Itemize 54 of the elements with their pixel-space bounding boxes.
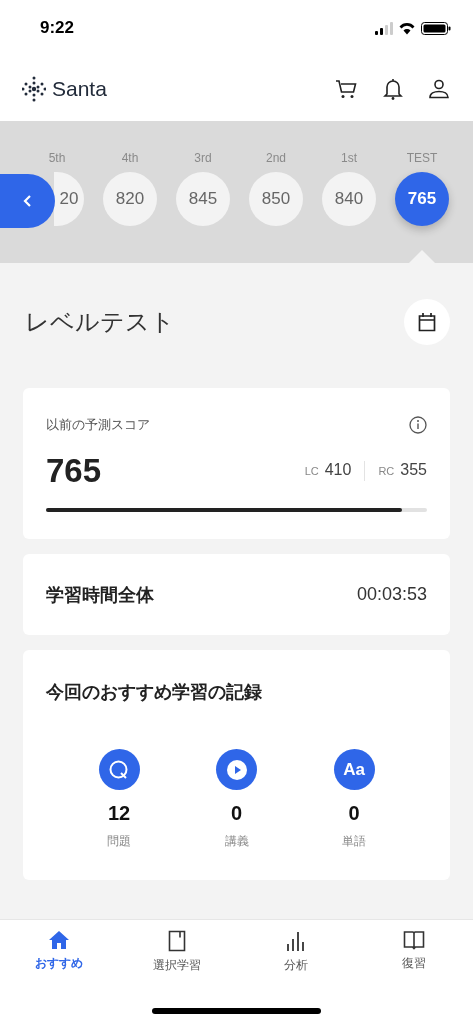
chevron-left-icon <box>23 194 32 208</box>
cart-icon[interactable] <box>335 78 357 99</box>
stat-label: 問題 <box>107 833 131 850</box>
logo-text: Santa <box>52 76 107 101</box>
score-bubble[interactable]: 20 <box>54 172 84 226</box>
study-time-label: 学習時間全体 <box>46 583 154 607</box>
stat-count: 0 <box>348 802 360 825</box>
attempt-label: 4th <box>121 151 139 165</box>
score-bubble[interactable]: 765 <box>395 172 449 226</box>
selection-pointer <box>409 250 435 263</box>
lc-label: LC <box>304 465 319 477</box>
page-title: レベルテスト <box>25 307 175 337</box>
calendar-button[interactable] <box>404 299 450 345</box>
attempt-label: 3rd <box>194 151 212 165</box>
study-time-value: 00:03:53 <box>356 584 427 605</box>
attempt-label: TEST <box>406 151 438 165</box>
rc-label: RC <box>378 465 395 477</box>
home-icon <box>48 930 71 950</box>
score-bubble[interactable]: 840 <box>322 172 376 226</box>
status-time: 9:22 <box>40 18 75 38</box>
predicted-score: 765 <box>46 452 102 490</box>
text-icon: Aa <box>333 749 375 790</box>
score-bubble[interactable]: 850 <box>249 172 303 226</box>
stat-count: 0 <box>230 802 243 825</box>
notebook-icon <box>168 930 187 952</box>
score-bubble[interactable]: 845 <box>176 172 230 226</box>
info-icon[interactable] <box>409 416 427 434</box>
open-book-icon <box>402 930 425 950</box>
user-icon[interactable] <box>429 78 449 99</box>
question-icon <box>98 749 140 790</box>
nav-tab[interactable]: おすすめ <box>0 920 119 980</box>
lc-score: 410 <box>324 461 352 479</box>
stat-label: 単語 <box>342 833 366 850</box>
nav-tab[interactable]: 分析 <box>236 920 355 980</box>
score-bubble[interactable]: 820 <box>103 172 157 226</box>
play-icon <box>216 749 257 790</box>
logo-icon <box>22 75 46 102</box>
stat-count: 12 <box>107 802 131 825</box>
battery-icon <box>421 21 451 35</box>
nav-tab[interactable]: 復習 <box>354 920 473 980</box>
attempt-label: 1st <box>341 151 357 165</box>
card-label: 以前の予測スコア <box>46 416 150 434</box>
back-button[interactable] <box>0 174 55 228</box>
nav-tab[interactable]: 選択学習 <box>118 920 237 980</box>
wifi-icon <box>399 21 415 35</box>
bell-icon[interactable] <box>383 77 403 100</box>
attempt-label: 5th <box>48 151 66 165</box>
calendar-icon <box>418 312 436 332</box>
rc-score: 355 <box>400 461 427 479</box>
stat-label: 講義 <box>224 833 249 850</box>
record-title: 今回のおすすめ学習の記録 <box>46 682 262 702</box>
signal-icon <box>375 21 393 35</box>
bar-chart-icon <box>285 930 306 952</box>
attempt-label: 2nd <box>266 151 286 165</box>
